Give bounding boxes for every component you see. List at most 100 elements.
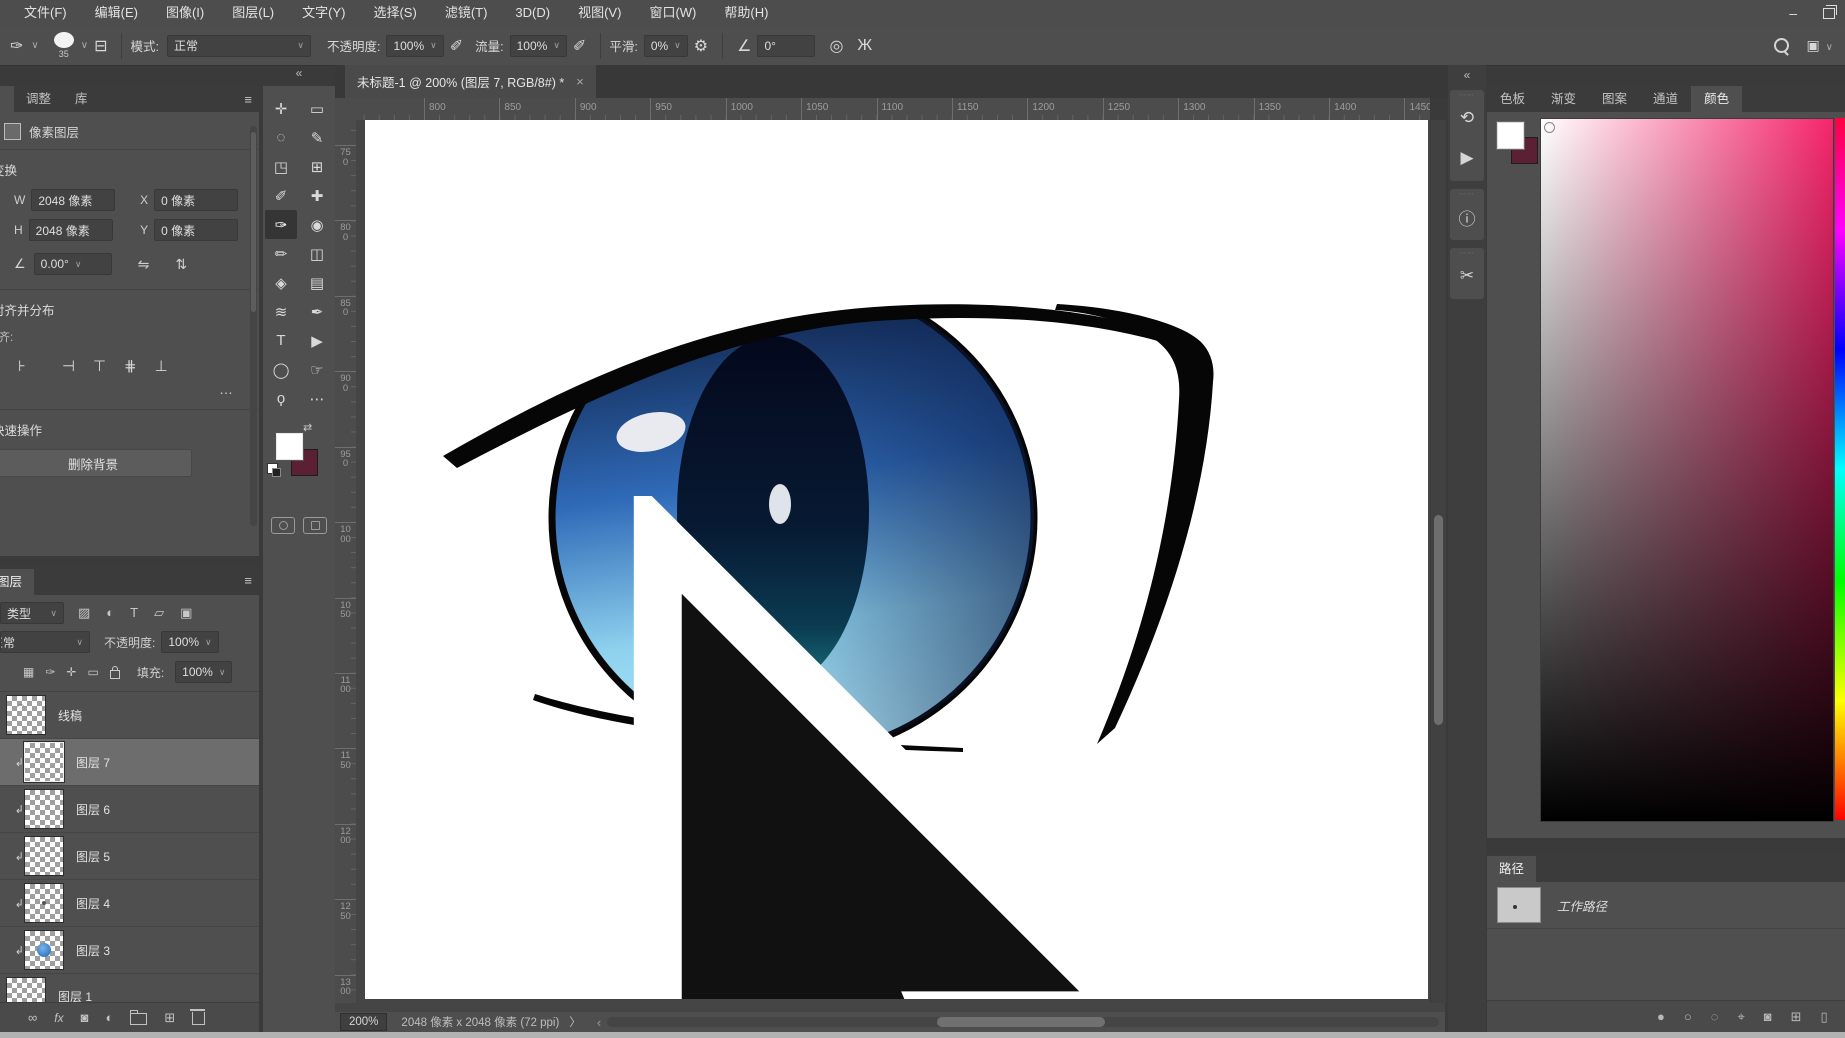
flow-input[interactable]: 100% ∨ — [509, 34, 567, 57]
menu-item[interactable]: 文字(Y) — [288, 0, 359, 26]
add-mask-icon[interactable]: ◙ — [1764, 1009, 1772, 1024]
tab-properties-partial[interactable] — [0, 86, 14, 112]
pen-tool[interactable]: ✒ — [301, 297, 333, 326]
menu-item[interactable]: 图层(L) — [218, 0, 288, 26]
align-top-edges-icon[interactable]: ⊤ — [93, 357, 106, 375]
align-left-edges-icon[interactable]: ⊦ — [18, 357, 26, 375]
color-panel-tab[interactable]: 图案 — [1589, 86, 1640, 112]
gradient-tool[interactable]: ▤ — [301, 268, 333, 297]
layer-effects-icon[interactable]: fx — [54, 1011, 63, 1025]
fill-path-icon[interactable]: ● — [1657, 1009, 1665, 1024]
zoom-tool[interactable]: ϙ — [265, 384, 297, 413]
scroll-left-icon[interactable]: ‹ — [597, 1015, 601, 1030]
panel-menu-icon[interactable]: ≡ — [244, 92, 252, 107]
workspace-switcher-icon[interactable]: ▣ ∨ — [1807, 37, 1833, 54]
toggle-brush-panel-icon[interactable]: ⊟ — [94, 36, 107, 56]
search-icon[interactable] — [1773, 38, 1789, 53]
link-layers-icon[interactable]: ∞ — [28, 1010, 37, 1025]
blend-mode-select[interactable]: 正常 ∨ — [166, 34, 311, 57]
move-tool[interactable]: ✛ — [265, 94, 297, 123]
pressure-size-icon[interactable]: ◎ — [829, 36, 843, 56]
adjustment-layer-icon[interactable]: ◐ — [105, 1010, 113, 1025]
layer-row[interactable]: ↳ 图层 4 — [0, 880, 259, 927]
layer-row[interactable]: ↳ 图层 6 — [0, 786, 259, 833]
ellipse-tool[interactable]: ◯ — [265, 355, 297, 384]
tab-adjustments[interactable]: 调整 — [14, 86, 63, 112]
blur-tool[interactable]: ≋ — [265, 297, 297, 326]
hand-tool[interactable]: ☞ — [301, 355, 333, 384]
tab-layers[interactable]: 图层 — [0, 569, 35, 595]
symmetry-icon[interactable]: Ж — [857, 37, 872, 55]
layer-name[interactable]: 线稿 — [58, 707, 82, 724]
flip-vertical-icon[interactable]: ⇅ — [175, 256, 187, 273]
menu-item[interactable]: 选择(S) — [359, 0, 430, 26]
pressure-opacity-icon[interactable]: ✐ — [450, 36, 463, 56]
layer-row[interactable]: ↳ 图层 7 — [0, 739, 259, 786]
layer-thumbnail[interactable] — [23, 741, 65, 783]
airbrush-icon[interactable]: ✐ — [573, 36, 586, 56]
layer-name[interactable]: 图层 5 — [76, 848, 110, 865]
layer-row[interactable]: ↳ 线稿 — [0, 692, 259, 739]
delete-layer-icon[interactable] — [190, 1009, 206, 1025]
new-group-icon[interactable] — [130, 1010, 148, 1025]
foreground-color-swatch[interactable] — [1496, 121, 1525, 150]
minimize-button[interactable]: – — [1789, 5, 1797, 21]
layer-name[interactable]: 图层 7 — [76, 754, 110, 771]
layer-thumbnail[interactable] — [6, 695, 46, 735]
smoothing-input[interactable]: 0% ∨ — [643, 34, 688, 57]
canvas-horizontal-scrollbar[interactable] — [607, 1017, 1439, 1027]
lock-pixels-icon[interactable]: ✑ — [45, 665, 55, 679]
edit-toolbar-button[interactable]: ⋯ — [301, 384, 333, 413]
close-document-icon[interactable]: × — [576, 74, 584, 89]
opacity-input[interactable]: 100% ∨ — [386, 34, 444, 57]
lock-position-icon[interactable]: ✛ — [66, 665, 76, 679]
layer-thumbnail[interactable] — [24, 883, 64, 923]
hue-slider[interactable] — [1835, 118, 1845, 820]
canvas-vertical-scrollbar[interactable] — [1430, 120, 1446, 1003]
stroke-path-icon[interactable]: ○ — [1684, 1009, 1692, 1024]
tool-preset-icon[interactable]: ✑ — [10, 36, 23, 56]
quick-selection-tool[interactable]: ✎ — [301, 123, 333, 152]
quick-mask-button[interactable] — [271, 517, 295, 534]
scrollbar-thumb[interactable] — [937, 1017, 1106, 1027]
history-panel-button[interactable]: ⟲ — [1450, 98, 1484, 138]
rotate-input[interactable]: 0.00° ∨ — [33, 253, 112, 275]
default-colors-icon[interactable] — [267, 463, 281, 477]
layer-opacity-input[interactable]: 100% ∨ — [161, 631, 219, 653]
frame-tool[interactable]: ⊞ — [301, 152, 333, 181]
panel-menu-icon[interactable]: ≡ — [244, 573, 252, 588]
align-right-edges-icon[interactable]: ⊣ — [62, 357, 75, 375]
field-input[interactable]: 0 像素 — [154, 219, 239, 241]
tool-presets-panel-button[interactable]: ✂ — [1450, 256, 1484, 296]
filter-pixel-layers-icon[interactable]: ▨ — [78, 605, 90, 621]
make-work-path-icon[interactable]: ⌖ — [1737, 1009, 1744, 1025]
layer-name[interactable]: 图层 3 — [76, 942, 110, 959]
info-panel-button[interactable]: ⓘ — [1450, 197, 1484, 237]
new-path-icon[interactable]: ⊞ — [1791, 1009, 1802, 1025]
tab-libraries[interactable]: 库 — [63, 86, 100, 112]
lock-all-icon[interactable] — [109, 665, 120, 679]
tab-paths[interactable]: 路径 — [1487, 856, 1537, 882]
layer-thumbnail[interactable] — [24, 789, 64, 829]
remove-background-button[interactable]: 删除背景 — [0, 449, 192, 477]
color-selection-marker[interactable] — [1544, 122, 1555, 133]
fill-input[interactable]: 100% ∨ — [175, 661, 233, 683]
color-cube[interactable] — [1540, 118, 1834, 822]
type-tool[interactable]: T — [265, 326, 297, 355]
menu-item[interactable]: 图像(I) — [152, 0, 218, 26]
color-panel-tab[interactable]: 通道 — [1640, 86, 1691, 112]
actions-panel-button[interactable]: ▶ — [1450, 138, 1484, 178]
marquee-tool[interactable]: ▭ — [301, 94, 333, 123]
screen-mode-button[interactable] — [303, 517, 327, 534]
paint-bucket-tool[interactable]: ◈ — [265, 268, 297, 297]
layer-blend-mode-select[interactable]: 正常 ∨ — [0, 631, 90, 653]
layer-name[interactable]: 图层 4 — [76, 895, 110, 912]
restore-button[interactable] — [1823, 4, 1837, 19]
menu-item[interactable]: 滤镜(T) — [431, 0, 502, 26]
menu-item[interactable]: 窗口(W) — [635, 0, 710, 26]
flip-horizontal-icon[interactable]: ⇋ — [138, 256, 150, 273]
clone-stamp-tool[interactable]: ◉ — [301, 210, 333, 239]
load-path-selection-icon[interactable]: ◌ — [1711, 1009, 1719, 1024]
add-layer-mask-icon[interactable]: ◙ — [81, 1010, 89, 1025]
layer-thumbnail[interactable] — [24, 836, 64, 876]
